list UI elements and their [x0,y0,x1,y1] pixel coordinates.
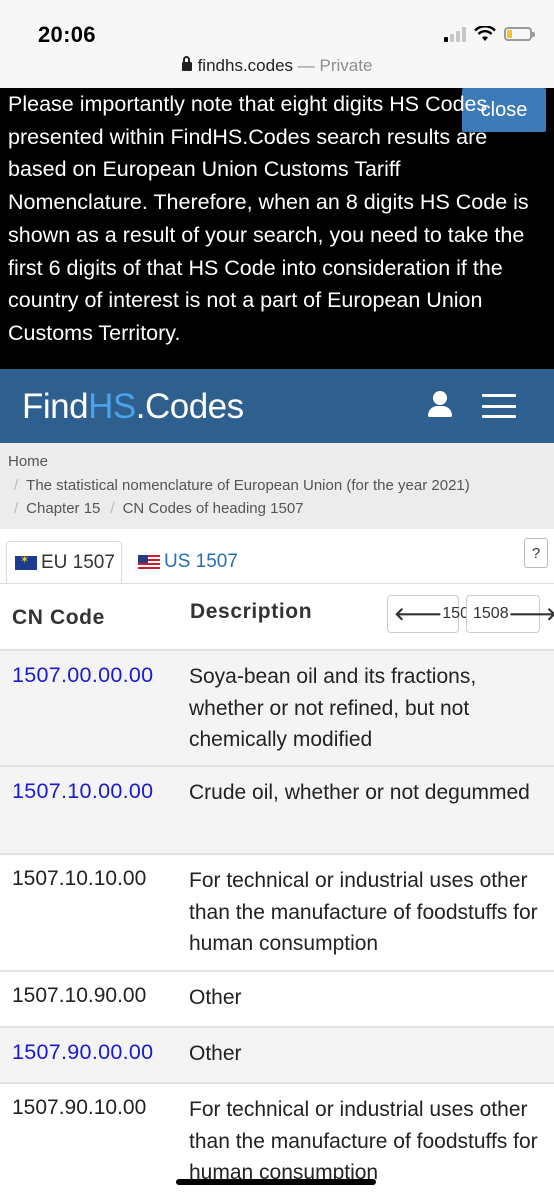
eu-flag-icon [15,553,37,570]
breadcrumb-separator: / [110,500,115,517]
arrow-left-icon: 🡐 [394,603,443,624]
battery-icon [504,27,535,41]
arrow-right-icon: 🡒 [508,603,554,624]
eu-notice-banner: close Please importantly note that eight… [0,88,554,369]
next-heading-label: 1508 [473,605,509,622]
row-description: For technical or industrial uses other t… [189,1098,538,1184]
breadcrumb: Home / The statistical nomenclature of Eu… [0,443,554,529]
address-bar[interactable]: findhs.codes — Private [0,56,554,76]
header-description: Description [190,600,313,623]
private-label: Private [319,56,373,75]
cn-code-link[interactable]: 1507.00.00.00 [12,663,153,688]
logo-find: Find [22,387,89,426]
breadcrumb-home[interactable]: Home [8,453,48,470]
url-domain: findhs.codes [197,56,294,75]
home-indicator[interactable] [176,1179,376,1185]
table-row: 1507.10.10.00 For technical or industria… [0,853,554,970]
tab-eu-label: EU 1507 [41,551,115,573]
table-row: 1507.10.90.00 Other [0,970,554,1026]
logo-dot: . [135,387,146,426]
lock-icon [181,56,192,71]
cn-code-link[interactable]: 1507.90.00.00 [12,1040,153,1065]
cn-code: 1507.10.90.00 [12,984,147,1007]
logo-hs: HS [88,387,136,426]
url-separator: — [293,56,320,75]
logo-codes: Codes [144,387,244,426]
menu-icon[interactable] [482,394,516,418]
cn-code: 1507.90.10.00 [12,1096,147,1119]
breadcrumb-heading: CN Codes of heading 1507 [122,500,304,517]
breadcrumb-nomenclature[interactable]: The statistical nomenclature of European… [26,477,470,494]
status-time: 20:06 [38,22,96,47]
row-description: For technical or industrial uses other t… [189,869,538,955]
header-cn-code: CN Code [12,606,105,629]
tab-us-label: US 1507 [164,551,238,572]
table-body: 1507.00.00.00 Soya-bean oil and its frac… [0,649,554,1200]
cn-code-link[interactable]: 1507.10.00.00 [12,779,153,804]
system-icons [444,22,535,46]
row-description: Other [189,986,242,1009]
user-icon[interactable] [428,391,452,419]
table-row: 1507.90.00.00 Other [0,1026,554,1082]
next-heading-button[interactable]: 1508 🡒 [466,595,554,633]
breadcrumb-separator: / [14,500,19,517]
table-row: 1507.00.00.00 Soya-bean oil and its frac… [0,649,554,765]
cn-code: 1507.10.10.00 [12,867,147,890]
table-header: CN Code Description 🡐 1506 1508 🡒 [0,583,554,649]
table-row: 1507.10.00.00 Crude oil, whether or not … [0,765,554,853]
breadcrumb-separator: / [14,477,19,494]
tab-eu[interactable]: EU 1507 [6,541,122,583]
prev-heading-button[interactable]: 🡐 1506 [387,595,478,633]
signal-icon [444,26,466,42]
row-description: Soya-bean oil and its fractions, whether… [189,665,477,751]
status-bar: 20:06 findhs.codes — Private [0,0,554,92]
tab-us[interactable]: US 1507 [138,541,238,583]
site-logo[interactable]: FindHS.Codes [22,387,244,427]
row-description: Crude oil, whether or not degummed [189,781,530,804]
help-button[interactable]: ? [524,538,548,568]
notice-text: Please importantly note that eight digit… [8,92,529,345]
wifi-icon [474,26,496,41]
breadcrumb-chapter[interactable]: Chapter 15 [26,500,100,517]
us-flag-icon [138,555,160,569]
navbar: FindHS.Codes [0,369,554,443]
tab-bar: EU 1507 US 1507 [0,529,554,583]
row-description: Other [189,1042,242,1065]
